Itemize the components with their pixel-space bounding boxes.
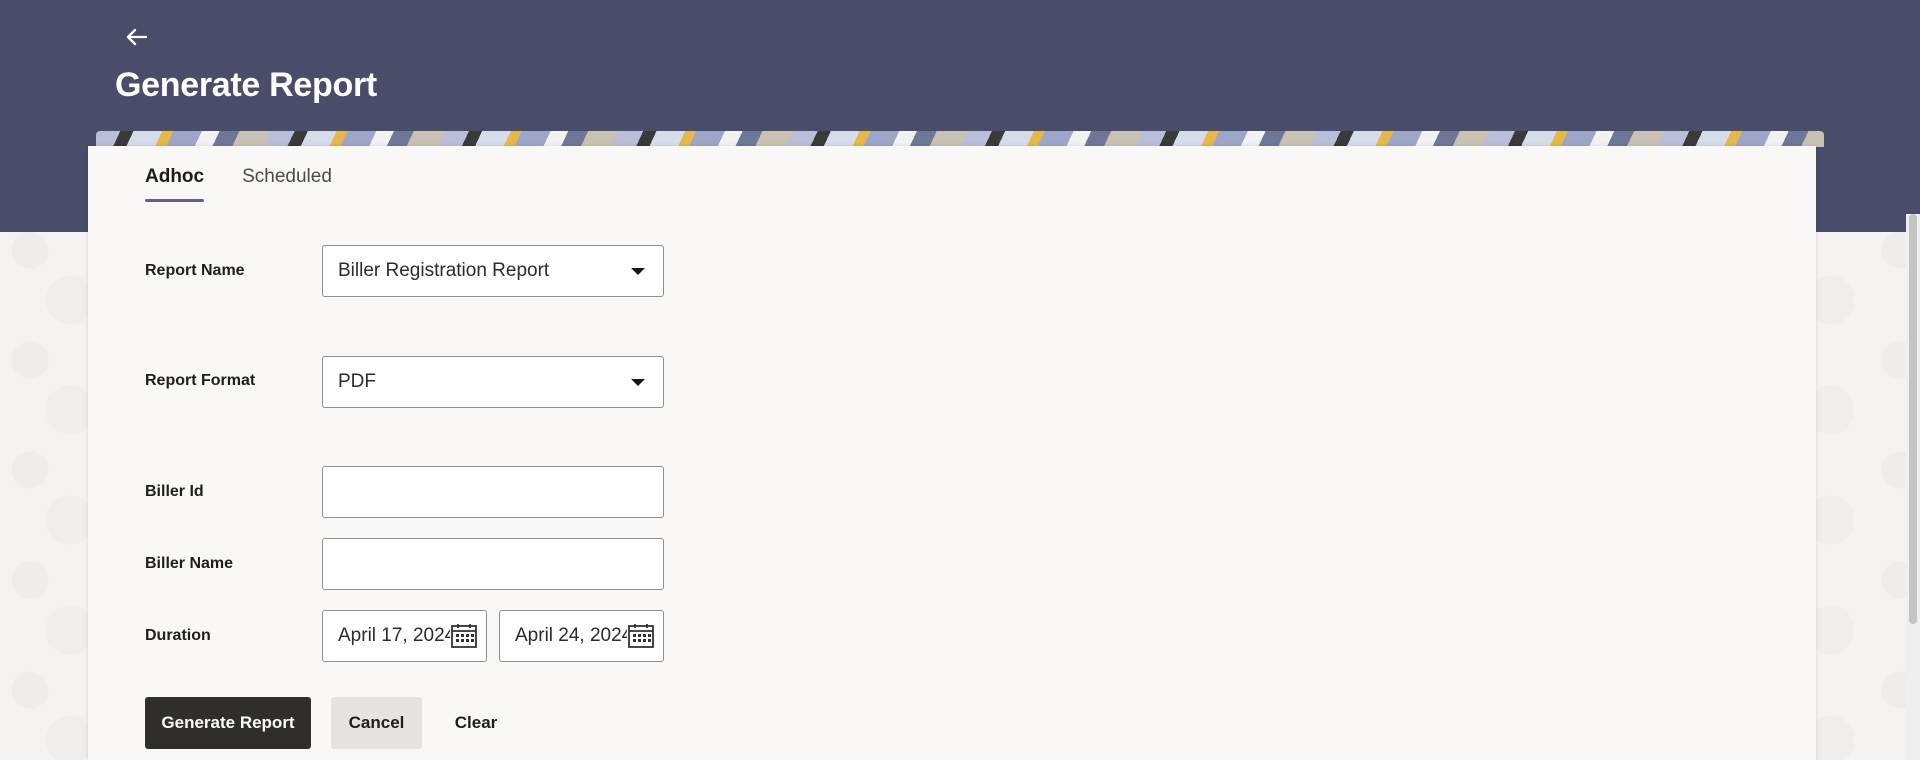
calendar-icon[interactable] — [627, 622, 655, 650]
cancel-button[interactable]: Cancel — [331, 697, 422, 749]
report-name-select[interactable]: Biller Registration Report — [322, 245, 664, 297]
back-button[interactable] — [120, 20, 154, 54]
duration-to-date[interactable]: April 24, 2024 — [499, 610, 664, 662]
biller-name-label: Biller Name — [145, 555, 234, 572]
biller-name-input[interactable] — [322, 538, 664, 590]
generate-report-button[interactable]: Generate Report — [145, 697, 311, 749]
biller-id-input[interactable] — [322, 466, 664, 518]
chevron-down-icon — [631, 267, 645, 275]
report-form-card: Adhoc Scheduled Report Name Biller Regis… — [88, 146, 1816, 760]
duration-from-value: April 17, 2024 — [338, 625, 450, 646]
report-name-label: Report Name — [145, 262, 245, 279]
tab-scheduled[interactable]: Scheduled — [242, 166, 332, 202]
chevron-down-icon — [631, 378, 645, 386]
report-tabs: Adhoc Scheduled — [145, 166, 332, 202]
clear-button[interactable]: Clear — [446, 697, 506, 749]
duration-to-value: April 24, 2024 — [515, 625, 627, 646]
page-scrollbar[interactable] — [1906, 214, 1920, 760]
arrow-left-icon — [126, 28, 148, 46]
page-title: Generate Report — [115, 66, 377, 104]
decorative-banner — [96, 131, 1824, 147]
report-format-value: PDF — [338, 371, 376, 392]
duration-from-date[interactable]: April 17, 2024 — [322, 610, 487, 662]
report-format-select[interactable]: PDF — [322, 356, 664, 408]
biller-id-label: Biller Id — [145, 483, 204, 500]
duration-label: Duration — [145, 627, 211, 644]
tab-adhoc[interactable]: Adhoc — [145, 166, 205, 202]
report-name-value: Biller Registration Report — [338, 260, 550, 281]
calendar-icon[interactable] — [450, 622, 478, 650]
report-format-label: Report Format — [145, 372, 256, 389]
scrollbar-thumb[interactable] — [1909, 214, 1917, 624]
